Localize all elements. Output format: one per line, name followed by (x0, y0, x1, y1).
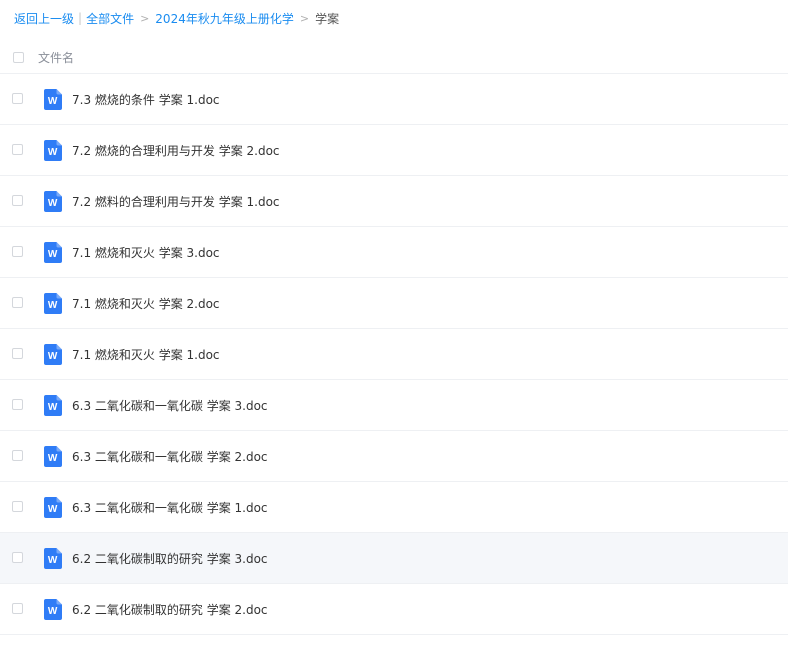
file-row-checkbox[interactable] (12, 246, 23, 257)
file-row-checkbox[interactable] (12, 93, 23, 104)
file-row[interactable]: W 6.3 二氧化碳和一氧化碳 学案 2.doc (0, 431, 788, 482)
file-row-checkbox[interactable] (12, 348, 23, 359)
breadcrumb-divider: | (78, 11, 83, 25)
file-row-checkbox[interactable] (12, 552, 23, 563)
file-name[interactable]: 7.1 燃烧和灭火 学案 1.doc (72, 346, 220, 363)
column-header-name[interactable]: 文件名 (38, 49, 74, 66)
file-row[interactable]: W 7.1 燃烧和灭火 学案 3.doc (0, 227, 788, 278)
svg-text:W: W (48, 249, 58, 260)
file-name[interactable]: 6.3 二氧化碳和一氧化碳 学案 3.doc (72, 397, 268, 414)
file-row[interactable]: W 6.3 二氧化碳和一氧化碳 学案 3.doc (0, 380, 788, 431)
file-name[interactable]: 7.1 燃烧和灭火 学案 2.doc (72, 295, 220, 312)
file-name[interactable]: 6.3 二氧化碳和一氧化碳 学案 1.doc (72, 499, 268, 516)
word-doc-icon: W (44, 548, 62, 569)
svg-text:W: W (48, 555, 58, 566)
svg-text:W: W (48, 453, 58, 464)
breadcrumb-separator: > (299, 11, 310, 25)
svg-text:W: W (48, 147, 58, 158)
svg-text:W: W (48, 504, 58, 515)
word-doc-icon: W (44, 497, 62, 518)
word-doc-icon: W (44, 191, 62, 212)
file-name[interactable]: 7.1 燃烧和灭火 学案 3.doc (72, 244, 220, 261)
word-doc-icon: W (44, 293, 62, 314)
file-row[interactable]: W 6.2 二氧化碳制取的研究 学案 3.doc (0, 533, 788, 584)
breadcrumb-current: 学案 (315, 11, 340, 26)
file-name[interactable]: 6.2 二氧化碳制取的研究 学案 2.doc (72, 601, 268, 618)
file-name[interactable]: 7.2 燃烧的合理利用与开发 学案 2.doc (72, 142, 280, 159)
word-doc-icon: W (44, 344, 62, 365)
file-row-checkbox[interactable] (12, 603, 23, 614)
breadcrumb-all-files-link[interactable]: 全部文件 (86, 10, 134, 27)
word-doc-icon: W (44, 599, 62, 620)
breadcrumb-back-link[interactable]: 返回上一级 (14, 10, 74, 27)
file-row[interactable]: W 7.3 燃烧的条件 学案 1.doc (0, 74, 788, 125)
file-row-checkbox[interactable] (12, 450, 23, 461)
word-doc-icon: W (44, 89, 62, 110)
svg-text:W: W (48, 606, 58, 617)
svg-text:W: W (48, 198, 58, 209)
file-row-checkbox[interactable] (12, 195, 23, 206)
file-row[interactable]: W 6.2 二氧化碳制取的研究 学案 2.doc (0, 584, 788, 635)
breadcrumb: 返回上一级 | 全部文件 > 2024年秋九年级上册化学 > 学案 (14, 9, 339, 27)
breadcrumb-folder-link[interactable]: 2024年秋九年级上册化学 (155, 10, 294, 27)
file-row-checkbox[interactable] (12, 501, 23, 512)
file-name[interactable]: 7.3 燃烧的条件 学案 1.doc (72, 91, 220, 108)
svg-text:W: W (48, 402, 58, 413)
file-row[interactable]: W 7.2 燃烧的合理利用与开发 学案 2.doc (0, 125, 788, 176)
svg-text:W: W (48, 300, 58, 311)
word-doc-icon: W (44, 446, 62, 467)
file-row[interactable]: W 7.1 燃烧和灭火 学案 1.doc (0, 329, 788, 380)
file-list-header: 文件名 (0, 40, 788, 74)
file-row-checkbox[interactable] (12, 144, 23, 155)
word-doc-icon: W (44, 140, 62, 161)
file-row-checkbox[interactable] (12, 399, 23, 410)
file-name[interactable]: 7.2 燃料的合理利用与开发 学案 1.doc (72, 193, 280, 210)
file-row[interactable]: W 6.3 二氧化碳和一氧化碳 学案 1.doc (0, 482, 788, 533)
svg-text:W: W (48, 96, 58, 107)
word-doc-icon: W (44, 395, 62, 416)
select-all-checkbox[interactable] (13, 52, 24, 63)
file-row[interactable]: W 7.1 燃烧和灭火 学案 2.doc (0, 278, 788, 329)
breadcrumb-separator: > (140, 11, 150, 25)
file-row-checkbox[interactable] (12, 297, 23, 308)
file-row[interactable]: W 7.2 燃料的合理利用与开发 学案 1.doc (0, 176, 788, 227)
file-list: W 7.3 燃烧的条件 学案 1.doc W 7.2 燃烧的合理利用与开发 学案 2.… (0, 74, 788, 635)
word-doc-icon: W (44, 242, 62, 263)
svg-text:W: W (48, 351, 58, 362)
file-name[interactable]: 6.2 二氧化碳制取的研究 学案 3.doc (72, 550, 268, 567)
file-name[interactable]: 6.3 二氧化碳和一氧化碳 学案 2.doc (72, 448, 268, 465)
